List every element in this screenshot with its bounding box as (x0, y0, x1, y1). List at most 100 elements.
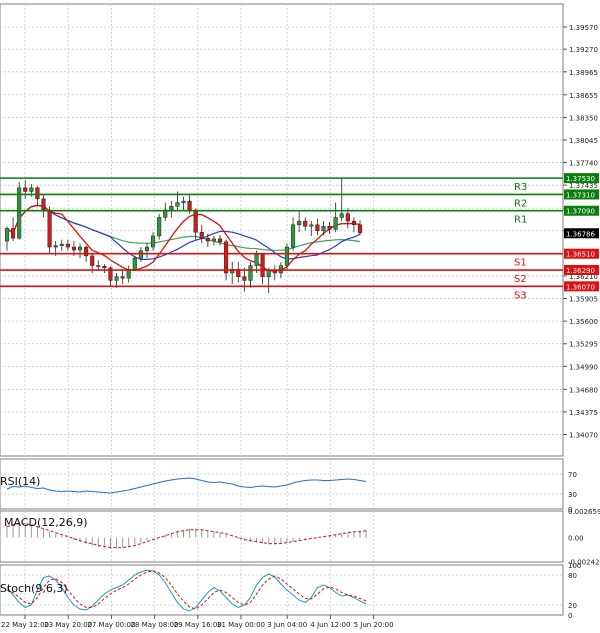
candle-bear (11, 228, 16, 239)
stoch-panel-frame (0, 564, 564, 616)
level-name-r3: R3 (514, 182, 527, 193)
candle-bull (144, 246, 150, 251)
level-name-s2: S2 (514, 274, 527, 285)
time-tick-label: 31 May 00:00 (217, 621, 265, 629)
candle-bull (266, 270, 271, 277)
candle-bull (114, 276, 119, 281)
time-tick-label: 29 May 16:00 (174, 621, 222, 629)
price-tick-label: 1.34070 (569, 432, 598, 440)
level-price-label: 1.36510 (566, 251, 595, 259)
candle-bear (272, 270, 277, 274)
candle-bear (193, 209, 198, 233)
time-tick-label: 22 May 12:00 (1, 621, 49, 629)
candle-bull (29, 187, 34, 192)
price-tick-label: 1.35905 (569, 296, 598, 304)
candle-bull (309, 224, 314, 227)
price-tick-label: 1.34990 (569, 363, 598, 371)
candle-bear (65, 243, 70, 248)
level-price-label: 1.37310 (566, 191, 595, 199)
candle-bear (23, 187, 28, 192)
time-tick-label: 5 Jun 20:00 (354, 621, 394, 629)
level-name-s3: S3 (514, 290, 527, 301)
candle-bear (187, 200, 192, 211)
candle-bull (157, 217, 162, 237)
candle-bear (71, 246, 76, 251)
candle-bull (284, 246, 290, 266)
price-tick-label: 1.39270 (569, 46, 598, 54)
candle-bull (211, 238, 216, 242)
candle-bull (333, 217, 338, 230)
price-tick-label: 1.37740 (569, 160, 598, 168)
stoch-tick-label: 80 (568, 572, 577, 580)
candle-bear (260, 254, 265, 277)
time-tick-label: 27 May 00:00 (87, 621, 135, 629)
candle-bear (224, 241, 229, 274)
candle-bear (120, 276, 125, 279)
stoch-tick-label: 100 (568, 562, 581, 570)
candle-bear (96, 265, 101, 267)
candle-bear (303, 220, 308, 227)
candle-bull (321, 226, 326, 231)
rsi-title: RSI(14) (0, 475, 40, 488)
time-axis: 22 May 12:0023 May 20:0027 May 00:0028 M… (1, 615, 394, 629)
candle-bear (327, 226, 332, 230)
candle-bear (205, 237, 210, 242)
candle-bull (181, 200, 186, 203)
stoch-tick-label: 20 (568, 602, 577, 610)
candle-bear (102, 266, 107, 269)
candle-bear (41, 198, 46, 211)
candle-bear (217, 238, 223, 243)
level-name-s1: S1 (514, 258, 527, 269)
candle-bull (4, 228, 10, 242)
candle-bull (53, 245, 58, 248)
current-price-label: 1.36786 (566, 230, 595, 238)
price-panel: 1.39570 1.39270 1.38965 1.38655 1.38350 1.380… (0, 3, 599, 457)
candle-bull (77, 246, 83, 251)
level-name-r1: R1 (514, 215, 527, 226)
candle-bull (169, 206, 174, 211)
candle-bull (132, 257, 137, 270)
price-tick-label: 1.38965 (569, 69, 598, 77)
rsi-panel-frame (0, 458, 564, 510)
candle-bull (17, 187, 22, 239)
stoch-title: Stoch(9,6,3) (0, 582, 68, 595)
candle-bull (175, 202, 180, 207)
stoch-panel: 100 80 20 0 Stoch(9,6,3) (0, 562, 581, 620)
price-tick-label: 1.35295 (569, 341, 598, 349)
level-price-label: 1.37090 (566, 208, 595, 216)
price-tick-label: 1.38350 (569, 114, 598, 122)
candle-bull (248, 265, 253, 281)
time-tick-label: 3 Jun 04:00 (267, 621, 307, 629)
level-price-label: 1.36290 (566, 267, 595, 275)
price-tick-label: 1.38655 (569, 92, 598, 100)
candle-bear (357, 224, 363, 234)
macd-title: MACD(12,26,9) (4, 516, 88, 529)
rsi-tick-label: 30 (568, 491, 577, 499)
level-price-label: 1.36070 (566, 283, 595, 291)
price-tick-label: 1.34680 (569, 386, 598, 394)
candle-bear (345, 213, 350, 222)
macd-panel: 0.0026590.00-0.002424MACD(12,26,9) (0, 508, 600, 567)
candle-bear (90, 255, 95, 266)
candle-bear (47, 209, 52, 248)
candle-bear (84, 246, 89, 257)
forex-chart: 1.39570 1.39270 1.38965 1.38655 1.38350 1.380… (0, 3, 600, 629)
candle-bull (254, 254, 259, 266)
candle-bear (242, 276, 247, 281)
level-name-r2: R2 (514, 198, 527, 209)
candle-bull (291, 224, 296, 248)
candle-bull (59, 243, 64, 246)
level-price-label: 1.37530 (566, 175, 595, 183)
price-tick-label: 1.35600 (569, 318, 598, 326)
candle-bear (199, 231, 204, 239)
price-tick-label: 1.34375 (569, 409, 598, 417)
price-tick-label: 1.37435 (569, 182, 598, 190)
price-tick-label: 1.39570 (569, 24, 598, 32)
candle-bull (151, 235, 156, 248)
candle-bull (297, 220, 302, 226)
time-tick-label: 23 May 20:00 (44, 621, 92, 629)
time-tick-label: 4 Jun 12:00 (310, 621, 350, 629)
candle-bear (315, 224, 320, 231)
candle-bear (351, 220, 356, 226)
macd-tick-label: 0.002659 (568, 508, 600, 516)
